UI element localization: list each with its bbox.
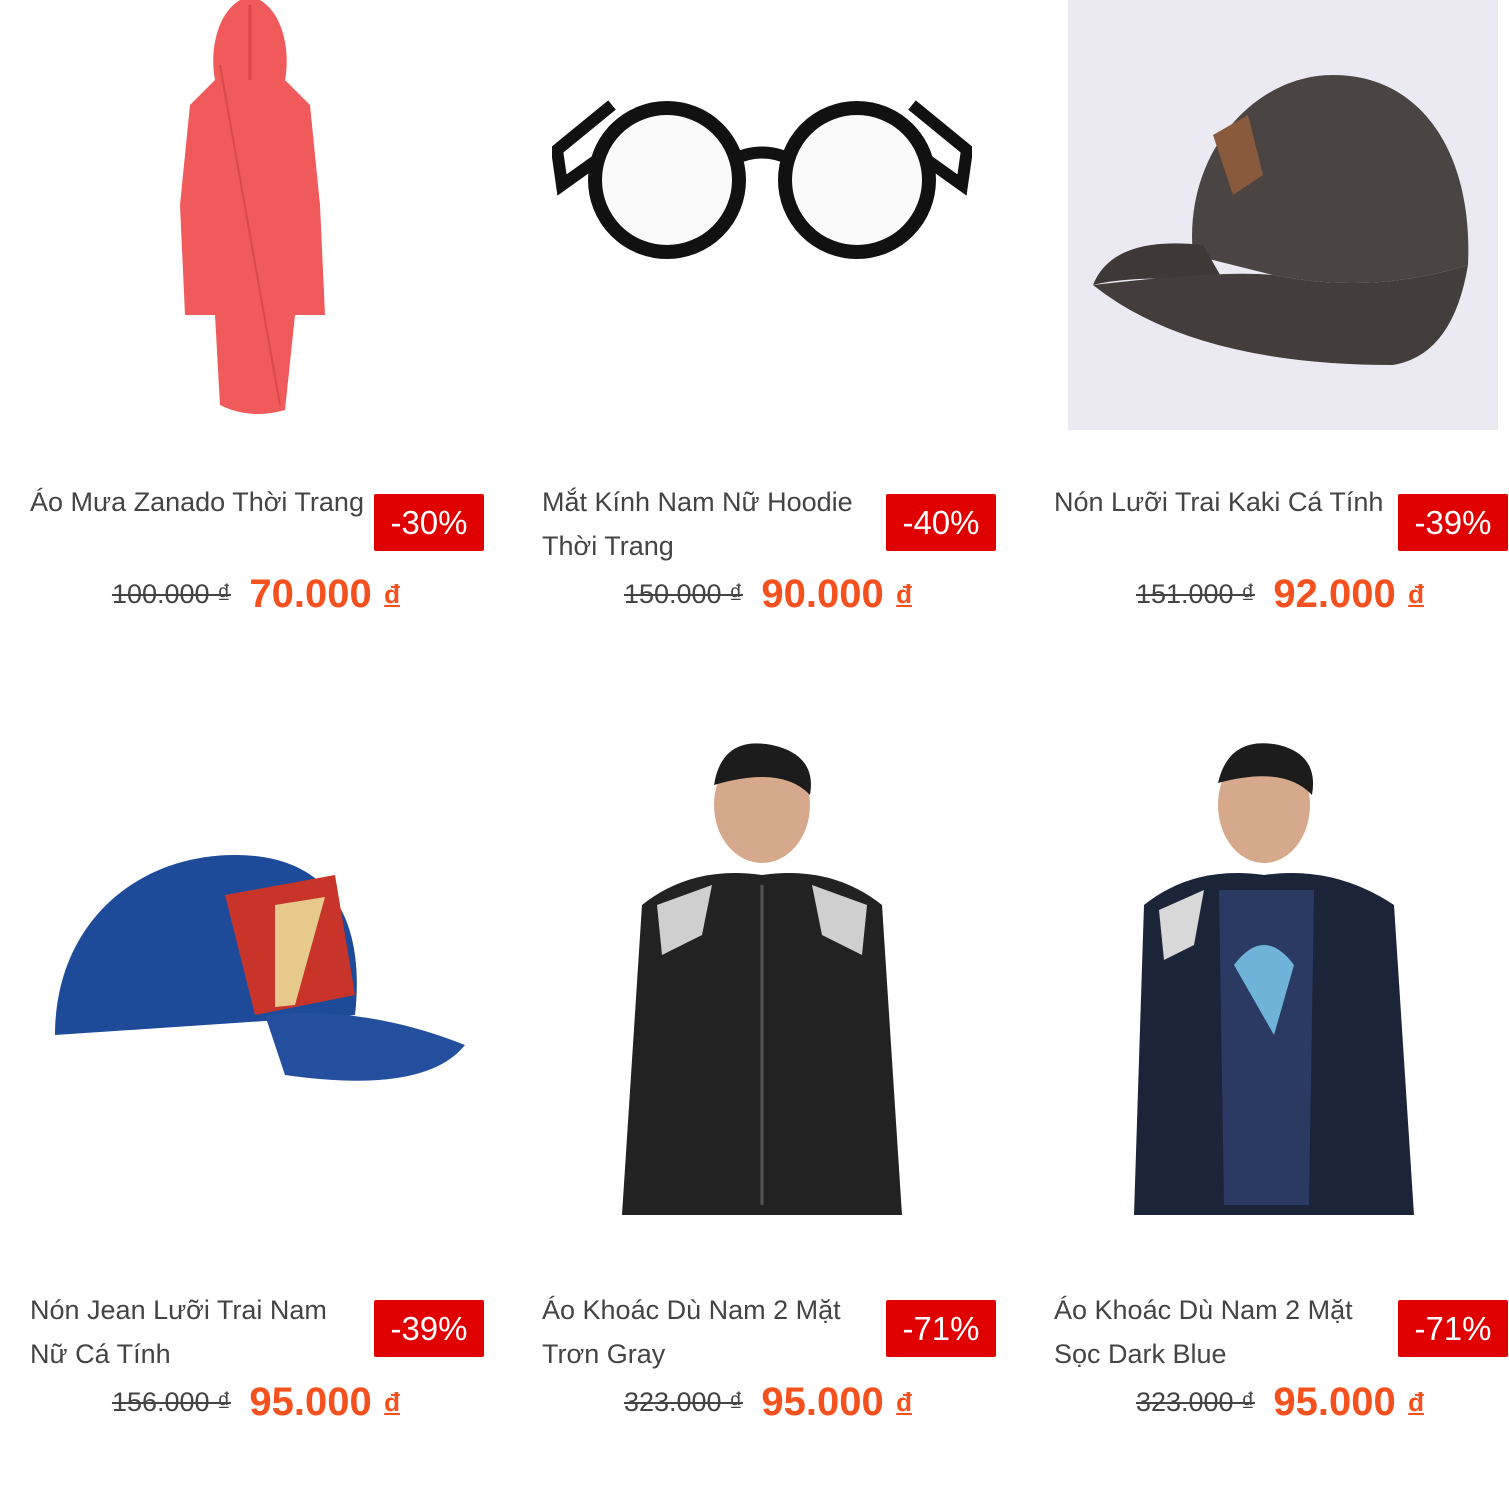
product-card[interactable]: Nón Jean Lưỡi Trai Nam Nữ Cá Tính -39% 1… xyxy=(0,720,490,1424)
currency-symbol: đ xyxy=(1408,1387,1425,1417)
product-image-glasses[interactable] xyxy=(532,0,992,430)
price-row: 150.000 ₫ 90.000 đ xyxy=(512,572,1024,617)
new-price: 90.000 xyxy=(761,572,884,616)
currency-symbol: đ xyxy=(384,579,401,609)
discount-badge: -39% xyxy=(374,1300,484,1357)
currency-symbol: đ xyxy=(384,1387,401,1417)
product-name[interactable]: Áo Mưa Zanado Thời Trang xyxy=(30,480,370,524)
price-row: 151.000 ₫ 92.000 đ xyxy=(1024,572,1509,617)
new-price: 95.000 xyxy=(761,1380,884,1424)
old-price: 150.000 ₫ xyxy=(623,579,743,609)
price-row: 323.000 ₫ 95.000 đ xyxy=(512,1380,1024,1425)
product-name[interactable]: Nón Jean Lưỡi Trai Nam Nữ Cá Tính xyxy=(30,1288,370,1376)
product-image-brown-cap[interactable] xyxy=(1068,0,1498,430)
currency-symbol: đ xyxy=(1408,579,1425,609)
discount-badge: -30% xyxy=(374,494,484,551)
currency-symbol: đ xyxy=(896,1387,913,1417)
product-name[interactable]: Áo Khoác Dù Nam 2 Mặt Sọc Dark Blue xyxy=(1054,1288,1394,1376)
discount-badge: -71% xyxy=(1398,1300,1508,1357)
product-image-denim-cap[interactable] xyxy=(20,720,480,1250)
product-image-raincoat[interactable] xyxy=(20,0,480,430)
currency-symbol: đ xyxy=(896,579,913,609)
old-price: 323.000 ₫ xyxy=(1135,1387,1255,1417)
old-price: 323.000 ₫ xyxy=(623,1387,743,1417)
discount-badge: -71% xyxy=(886,1300,996,1357)
product-name[interactable]: Nón Lưỡi Trai Kaki Cá Tính xyxy=(1054,480,1394,524)
old-price: 100.000 ₫ xyxy=(111,579,231,609)
product-card[interactable]: Mắt Kính Nam Nữ Hoodie Thời Trang -40% 1… xyxy=(512,0,1002,640)
product-card[interactable]: Áo Khoác Dù Nam 2 Mặt Sọc Dark Blue -71%… xyxy=(1024,720,1509,1424)
discount-badge: -40% xyxy=(886,494,996,551)
product-name[interactable]: Mắt Kính Nam Nữ Hoodie Thời Trang xyxy=(542,480,882,568)
discount-badge: -39% xyxy=(1398,494,1508,551)
price-row: 156.000 ₫ 95.000 đ xyxy=(0,1380,512,1425)
product-card[interactable]: Áo Khoác Dù Nam 2 Mặt Trơn Gray -71% 323… xyxy=(512,720,1002,1424)
old-price: 151.000 ₫ xyxy=(1135,579,1255,609)
new-price: 95.000 xyxy=(1273,1380,1396,1424)
new-price: 70.000 xyxy=(249,572,372,616)
price-row: 323.000 ₫ 95.000 đ xyxy=(1024,1380,1509,1425)
new-price: 95.000 xyxy=(249,1380,372,1424)
old-price: 156.000 ₫ xyxy=(111,1387,231,1417)
product-name[interactable]: Áo Khoác Dù Nam 2 Mặt Trơn Gray xyxy=(542,1288,882,1376)
new-price: 92.000 xyxy=(1273,572,1396,616)
price-row: 100.000 ₫ 70.000 đ xyxy=(0,572,512,617)
product-card[interactable]: Áo Mưa Zanado Thời Trang -30% 100.000 ₫ … xyxy=(0,0,490,640)
product-card[interactable]: Nón Lưỡi Trai Kaki Cá Tính -39% 151.000 … xyxy=(1024,0,1509,640)
product-image-black-jacket[interactable] xyxy=(532,720,992,1250)
product-image-navy-jacket[interactable] xyxy=(1044,720,1504,1250)
